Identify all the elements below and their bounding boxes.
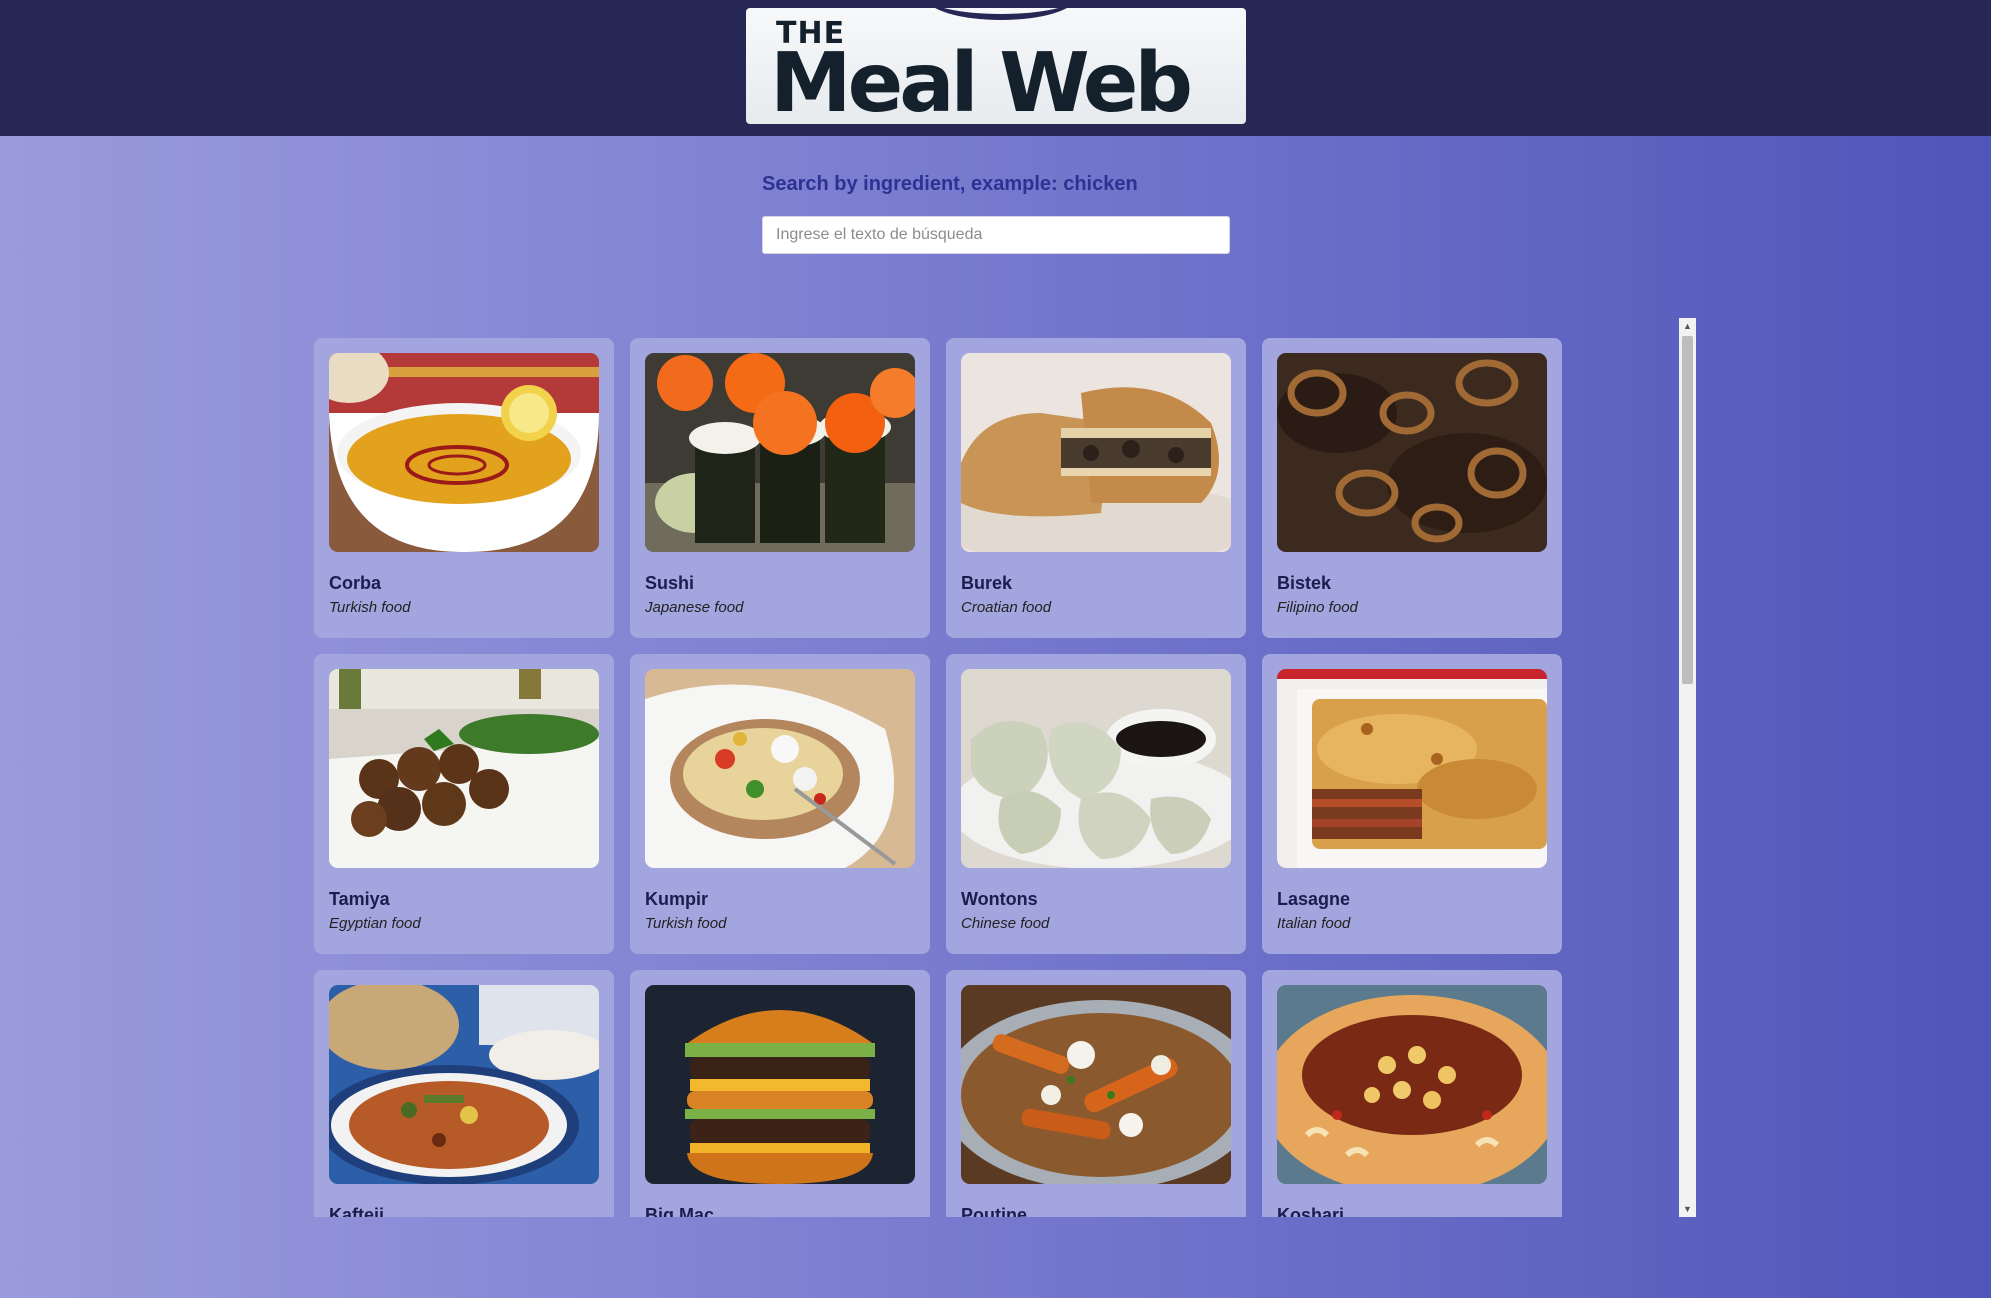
- scroll-up-arrow-icon[interactable]: ▲: [1679, 318, 1696, 334]
- meal-origin: Chinese food: [961, 915, 1050, 932]
- logo-main-text: Meal Web: [770, 36, 1193, 125]
- meal-origin: Croatian food: [961, 599, 1052, 616]
- meal-card[interactable]: Tamiya Egyptian food: [314, 654, 614, 954]
- meal-name: Kumpir: [645, 889, 708, 909]
- header-bar: THE Meal Web: [0, 0, 1991, 136]
- logo-arc: [926, 8, 1076, 20]
- meal-name: Bistek: [1277, 573, 1332, 593]
- meal-image: [329, 669, 599, 868]
- scroll-down-arrow-icon[interactable]: ▼: [1679, 1201, 1696, 1217]
- meal-grid-viewport: Corba Turkish food Sushi Japanese food B…: [314, 318, 1698, 1217]
- meal-origin: Turkish food: [645, 915, 727, 932]
- meal-name: Lasagne: [1277, 889, 1351, 909]
- meal-image: [961, 353, 1231, 552]
- meal-card[interactable]: Big Mac: [630, 970, 930, 1217]
- meal-image: [961, 985, 1231, 1184]
- meal-image: [961, 669, 1231, 868]
- meal-card[interactable]: Bistek Filipino food: [1262, 338, 1562, 638]
- meal-image: [329, 985, 599, 1184]
- site-logo[interactable]: THE Meal Web: [746, 8, 1246, 124]
- meal-grid: Corba Turkish food Sushi Japanese food B…: [314, 338, 1562, 1217]
- meal-card[interactable]: Wontons Chinese food: [946, 654, 1246, 954]
- meal-name: Wontons: [961, 889, 1038, 909]
- meal-image: [1277, 985, 1547, 1184]
- meal-origin: Turkish food: [329, 599, 411, 616]
- meal-name: Kafteji: [329, 1205, 385, 1217]
- meal-name: Tamiya: [329, 889, 390, 909]
- meal-image: [645, 353, 915, 552]
- meal-card[interactable]: Koshari: [1262, 970, 1562, 1217]
- search-label: Search by ingredient, example: chicken: [762, 173, 1138, 195]
- meal-name: Koshari: [1277, 1205, 1345, 1217]
- meal-origin: Filipino food: [1277, 599, 1358, 616]
- meal-image: [645, 985, 915, 1184]
- meal-image: [329, 353, 599, 552]
- meal-card[interactable]: Sushi Japanese food: [630, 338, 930, 638]
- meal-card[interactable]: Poutine: [946, 970, 1246, 1217]
- scroll-thumb[interactable]: [1682, 336, 1693, 684]
- meal-name: Poutine: [961, 1205, 1027, 1217]
- meal-origin: Japanese food: [645, 599, 744, 616]
- meal-origin: Egyptian food: [329, 915, 421, 932]
- meal-name: Sushi: [645, 573, 695, 593]
- search-input[interactable]: [762, 216, 1230, 254]
- meal-card[interactable]: Lasagne Italian food: [1262, 654, 1562, 954]
- meal-image: [1277, 353, 1547, 552]
- meal-origin: Italian food: [1277, 915, 1351, 932]
- meal-name: Burek: [961, 573, 1013, 593]
- meal-name: Big Mac: [645, 1205, 715, 1217]
- meal-card[interactable]: Kumpir Turkish food: [630, 654, 930, 954]
- meal-image: [1277, 669, 1547, 868]
- meal-card[interactable]: Corba Turkish food: [314, 338, 614, 638]
- meal-card[interactable]: Burek Croatian food: [946, 338, 1246, 638]
- meal-name: Corba: [329, 573, 382, 593]
- meal-card[interactable]: Kafteji: [314, 970, 614, 1217]
- meal-image: [645, 669, 915, 868]
- grid-scrollbar[interactable]: ▲ ▼: [1679, 318, 1696, 1217]
